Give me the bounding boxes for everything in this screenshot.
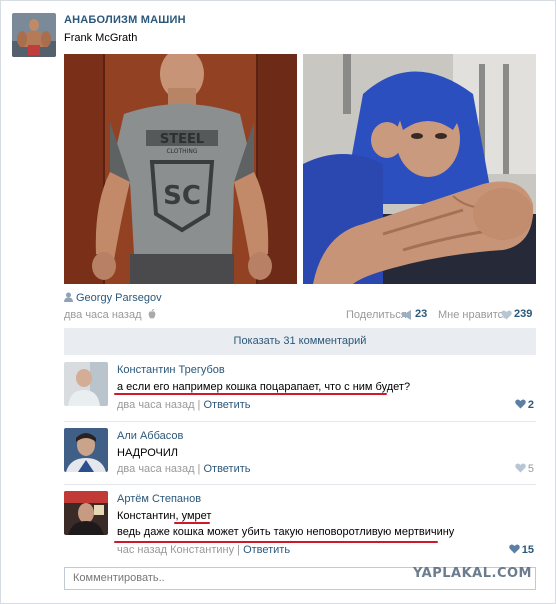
comment-text-line1: Константин, умрет — [117, 510, 212, 522]
post-photo-2[interactable] — [303, 54, 536, 284]
comment-like[interactable]: 2 — [515, 399, 534, 411]
post-author: Frank McGrath — [64, 32, 138, 44]
megaphone-icon — [402, 310, 411, 320]
commenter-avatar[interactable] — [64, 428, 108, 472]
svg-text:CLOTHING: CLOTHING — [166, 148, 197, 155]
comment-item: Артём Степанов Константин, умрет ведь да… — [64, 491, 536, 557]
show-comments-button[interactable]: Показать 31 комментарий — [64, 328, 536, 355]
group-avatar[interactable] — [12, 13, 56, 57]
comment-like[interactable]: 15 — [509, 544, 534, 556]
heart-icon — [515, 463, 526, 473]
comment-divider — [64, 484, 536, 485]
commenter-avatar[interactable] — [64, 362, 108, 406]
share-count: 23 — [415, 308, 428, 320]
post-time-text[interactable]: два часа назад — [64, 309, 141, 321]
comment-like-count: 15 — [521, 544, 534, 556]
like-count: 239 — [514, 308, 533, 320]
post-time[interactable]: два часа назад — [64, 309, 156, 321]
red-underline — [174, 522, 210, 524]
watermark: YAPLAKAL.COM — [413, 566, 532, 581]
comment-time[interactable]: два часа назад — [117, 463, 194, 475]
share-button[interactable]: Поделиться — [346, 309, 407, 321]
group-name[interactable]: АНАБОЛИЗМ МАШИН — [64, 14, 186, 26]
comment-like-count: 5 — [527, 463, 534, 475]
red-underline — [114, 541, 438, 543]
heart-icon — [515, 399, 526, 409]
svg-text:SC: SC — [163, 181, 201, 211]
heart-icon[interactable] — [501, 310, 512, 320]
heart-icon — [509, 544, 520, 554]
red-underline — [114, 393, 387, 395]
commenter-name[interactable]: Константин Трегубов — [117, 364, 225, 376]
reply-link[interactable]: Ответить — [203, 399, 250, 411]
signer-name[interactable]: Georgy Parsegov — [76, 292, 162, 304]
comment-text: НАДРОЧИЛ — [117, 447, 178, 459]
commenter-avatar[interactable] — [64, 491, 108, 535]
reply-link[interactable]: Ответить — [203, 463, 250, 475]
comment-text: а если его например кошка поцарапает, чт… — [117, 381, 411, 393]
user-icon — [64, 292, 73, 302]
svg-text:STEEL: STEEL — [160, 132, 204, 147]
reply-link[interactable]: Ответить — [243, 544, 290, 556]
post-photo-1[interactable]: STEEL CLOTHING SC — [64, 54, 297, 284]
comment-text-line2: ведь даже кошка может убить такую непово… — [117, 526, 455, 538]
like-button[interactable]: Мне нравится — [438, 309, 509, 321]
post-signer[interactable]: Georgy Parsegov — [64, 292, 162, 304]
apple-icon — [148, 309, 155, 319]
commenter-name[interactable]: Али Аббасов — [117, 430, 183, 442]
comment-meta: два часа назад | Ответить — [117, 399, 251, 411]
comment-item: Али Аббасов НАДРОЧИЛ два часа назад | От… — [64, 428, 536, 476]
comment-time[interactable]: два часа назад — [117, 399, 194, 411]
comment-meta: два часа назад | Ответить — [117, 463, 251, 475]
comment-item: Константин Трегубов а если его например … — [64, 362, 536, 412]
comment-like-count: 2 — [527, 399, 534, 411]
comment-meta: час назад Константину | Ответить — [117, 544, 291, 556]
comment-divider — [64, 421, 536, 422]
commenter-name[interactable]: Артём Степанов — [117, 493, 201, 505]
comment-like[interactable]: 5 — [515, 463, 534, 475]
comment-time[interactable]: час назад Константину — [117, 544, 234, 556]
